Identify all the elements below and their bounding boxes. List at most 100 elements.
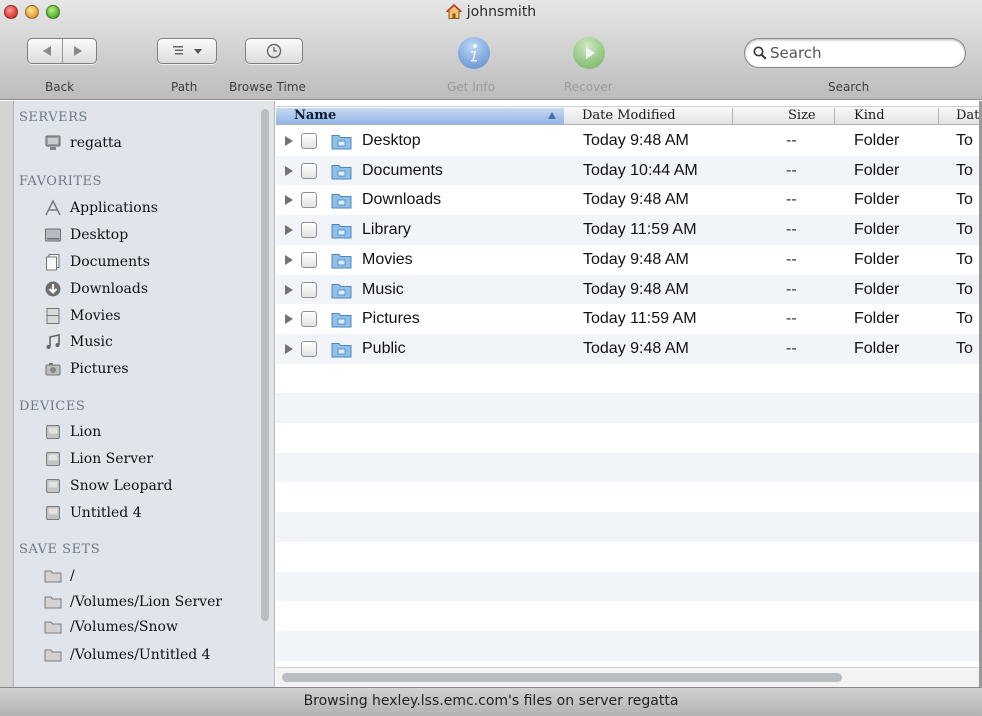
sidebar-scrollbar[interactable]: [261, 109, 269, 621]
column-header: Name Date Modified Size Kind Dat: [276, 106, 979, 125]
empty-row-stripe: [276, 393, 979, 423]
table-row[interactable]: Downloads Today 9:48 AM -- Folder To: [276, 185, 979, 215]
column-separator: [938, 108, 939, 124]
folder-icon: [331, 194, 352, 209]
sidebar-item-label: regatta: [70, 135, 122, 151]
select-checkbox[interactable]: [301, 133, 317, 149]
cell-date-added: To: [956, 191, 973, 209]
sidebar-header-devices: DEVICES: [19, 399, 86, 414]
sidebar-item-desktop[interactable]: Desktop: [44, 223, 128, 247]
sidebar-item-movies[interactable]: Movies: [44, 304, 121, 328]
empty-row-stripe: [276, 512, 979, 542]
sidebar-item-pictures[interactable]: Pictures: [44, 357, 129, 381]
search-field[interactable]: [744, 38, 966, 68]
list-icon: [173, 46, 183, 55]
empty-row-stripe: [276, 364, 979, 394]
file-list: Name Date Modified Size Kind Dat Desktop…: [276, 101, 979, 687]
empty-row-stripe: [276, 452, 979, 483]
sidebar-header-servers: SERVERS: [19, 110, 88, 125]
sidebar-item-music[interactable]: Music: [44, 330, 113, 354]
table-row[interactable]: Documents Today 10:44 AM -- Folder To: [276, 155, 979, 186]
folder-icon: [331, 164, 352, 180]
table-row[interactable]: Library Today 11:59 AM -- Folder To: [276, 215, 979, 245]
browse-time-button[interactable]: [245, 38, 303, 64]
sidebar-item-saveset-untitled-4[interactable]: /Volumes/Untitled 4: [44, 643, 211, 667]
column-name[interactable]: Name: [276, 108, 564, 124]
table-row[interactable]: Movies Today 9:48 AM -- Folder To: [276, 245, 979, 275]
disclosure-triangle-icon[interactable]: [285, 343, 293, 354]
select-checkbox[interactable]: [301, 192, 317, 209]
cell-name: Public: [362, 339, 406, 357]
table-row[interactable]: Public Today 9:48 AM -- Folder To: [276, 333, 979, 364]
sidebar-item-saveset-root[interactable]: /: [44, 564, 75, 588]
cell-size: --: [786, 221, 797, 239]
sort-ascending-icon: [548, 112, 556, 119]
cell-name: Desktop: [362, 132, 421, 149]
column-size[interactable]: Size: [788, 108, 816, 124]
select-checkbox[interactable]: [301, 162, 317, 179]
search-input[interactable]: [770, 44, 950, 62]
select-checkbox[interactable]: [301, 340, 317, 357]
disk-icon: [44, 450, 62, 468]
back-forward-buttons[interactable]: [27, 38, 97, 64]
disclosure-triangle-icon[interactable]: [285, 225, 293, 236]
sidebar-item-untitled-4[interactable]: Untitled 4: [44, 501, 142, 525]
disclosure-triangle-icon[interactable]: [285, 195, 293, 206]
cell-kind: Folder: [854, 310, 900, 328]
folder-icon: [331, 135, 352, 150]
column-separator: [732, 108, 733, 124]
horizontal-scrollbar[interactable]: [276, 667, 979, 687]
sidebar: SERVERS regatta FAVORITES Applications D…: [14, 101, 275, 687]
table-row[interactable]: Pictures Today 11:59 AM -- Folder To: [276, 304, 979, 334]
sidebar-item-label: Pictures: [70, 361, 129, 377]
cell-date-added: To: [956, 132, 973, 149]
forward-arrow-icon[interactable]: [63, 43, 91, 59]
cell-size: --: [786, 280, 797, 298]
column-date-modified[interactable]: Date Modified: [582, 108, 676, 124]
select-checkbox[interactable]: [301, 251, 317, 268]
disclosure-triangle-icon[interactable]: [285, 284, 293, 295]
path-button[interactable]: [157, 38, 217, 64]
horizontal-scroll-thumb[interactable]: [282, 673, 842, 682]
sidebar-item-downloads[interactable]: Downloads: [44, 277, 148, 301]
folder-icon: [44, 593, 62, 611]
sidebar-item-regatta[interactable]: regatta: [44, 131, 122, 155]
recover-button[interactable]: [573, 37, 605, 69]
select-checkbox[interactable]: [301, 281, 317, 298]
sidebar-item-applications[interactable]: Applications: [44, 196, 158, 220]
back-arrow-icon[interactable]: [34, 43, 62, 59]
column-kind[interactable]: Kind: [854, 108, 885, 124]
sidebar-item-saveset-lion-server[interactable]: /Volumes/Lion Server: [44, 590, 222, 614]
status-bar: Browsing hexley.lss.emc.com's files on s…: [0, 687, 982, 716]
pictures-icon: [44, 360, 62, 378]
cell-name: Documents: [362, 161, 443, 179]
table-row[interactable]: Music Today 9:48 AM -- Folder To: [276, 274, 979, 305]
select-checkbox[interactable]: [301, 311, 317, 328]
folder-icon: [44, 618, 62, 636]
disclosure-triangle-icon[interactable]: [285, 165, 293, 176]
cell-date-modified: Today 9:48 AM: [583, 191, 689, 209]
sidebar-item-label: Documents: [70, 254, 150, 270]
status-text: Browsing hexley.lss.emc.com's files on s…: [303, 693, 679, 709]
column-separator: [834, 108, 835, 124]
sidebar-item-lion-server[interactable]: Lion Server: [44, 447, 153, 471]
sidebar-item-snow-leopard[interactable]: Snow Leopard: [44, 474, 172, 498]
disclosure-triangle-icon[interactable]: [285, 136, 293, 146]
disk-icon: [44, 504, 62, 522]
folder-icon: [331, 253, 352, 269]
table-row[interactable]: Desktop Today 9:48 AM -- Folder To: [276, 126, 979, 156]
cell-date-modified: Today 9:48 AM: [583, 280, 689, 298]
downloads-icon: [44, 280, 62, 298]
sidebar-item-documents[interactable]: Documents: [44, 250, 150, 274]
select-checkbox[interactable]: [301, 222, 317, 239]
sidebar-item-saveset-snow[interactable]: /Volumes/Snow: [44, 615, 178, 639]
get-info-label: Get Info: [447, 80, 495, 94]
cell-date-modified: Today 9:48 AM: [583, 132, 689, 149]
sidebar-item-label: Lion Server: [70, 451, 154, 467]
column-date-added[interactable]: Dat: [956, 108, 979, 124]
disclosure-triangle-icon[interactable]: [285, 314, 293, 325]
sidebar-item-lion[interactable]: Lion: [44, 420, 101, 444]
disclosure-triangle-icon[interactable]: [285, 254, 293, 265]
get-info-button[interactable]: [458, 37, 490, 69]
empty-row-stripe: [276, 482, 979, 512]
